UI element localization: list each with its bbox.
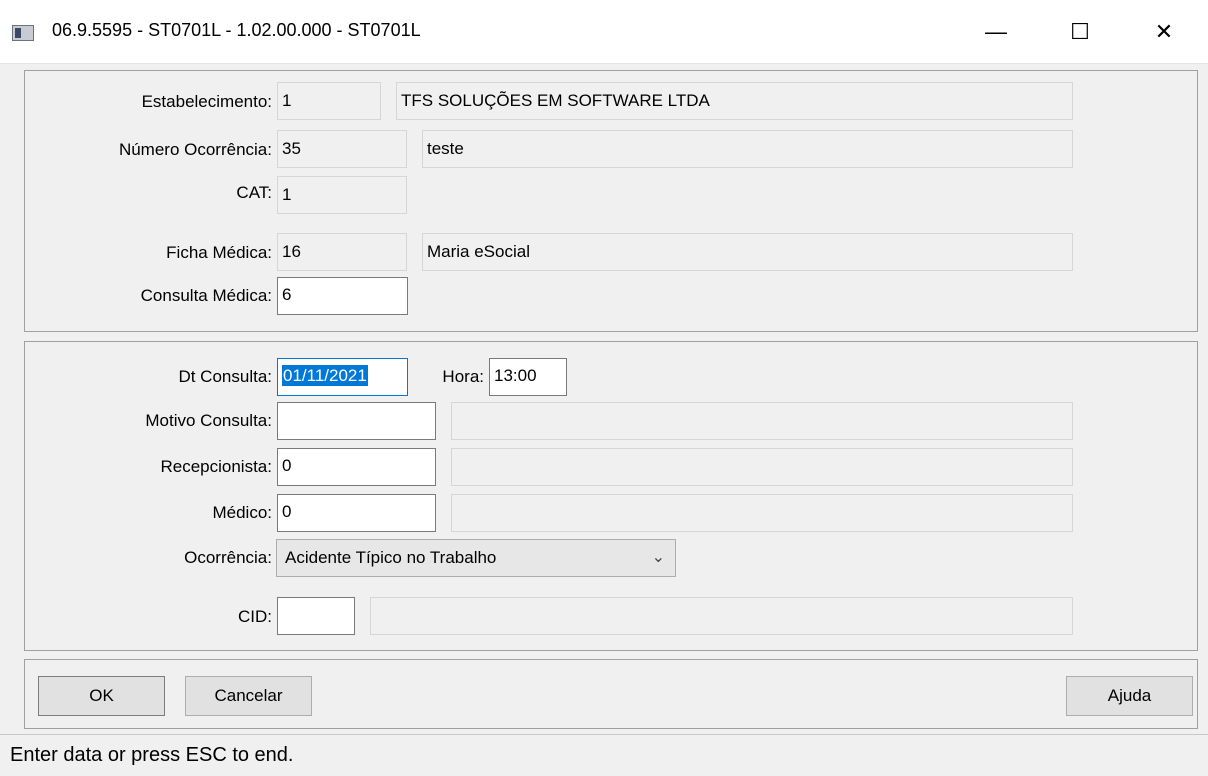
consulta-medica-label: Consulta Médica: <box>140 286 272 305</box>
hora-input[interactable]: 13:00 <box>489 358 567 396</box>
consulta-medica-input[interactable]: 6 <box>277 277 408 315</box>
cat-label: CAT: <box>236 183 272 202</box>
medico-label: Médico: <box>212 503 272 522</box>
dt-consulta-selected-text: 01/11/2021 <box>282 365 368 386</box>
estabelecimento-code-field: 1 <box>277 82 381 120</box>
motivo-consulta-input[interactable] <box>277 402 436 440</box>
medico-description-field <box>451 494 1073 532</box>
window-title: 06.9.5595 - ST0701L - 1.02.00.000 - ST07… <box>52 20 421 40</box>
app-window-icon[interactable] <box>12 25 34 41</box>
ocorrencia-selected-value: Acidente Típico no Trabalho <box>285 548 497 567</box>
numero-ocorrencia-label: Número Ocorrência: <box>118 140 272 159</box>
recepcionista-input[interactable]: 0 <box>277 448 436 486</box>
motivo-consulta-description-field <box>451 402 1073 440</box>
maximize-icon[interactable]: ☐ <box>1052 10 1108 54</box>
status-text: Enter data or press ESC to end. <box>10 744 294 766</box>
ficha-medica-label: Ficha Médica: <box>166 243 272 262</box>
estabelecimento-label: Estabelecimento: <box>141 92 272 111</box>
cat-field: 1 <box>277 176 407 214</box>
help-button[interactable]: Ajuda <box>1066 676 1193 716</box>
minimize-icon[interactable]: — <box>968 10 1024 54</box>
medico-input[interactable]: 0 <box>277 494 436 532</box>
close-icon[interactable]: ✕ <box>1136 10 1192 54</box>
cancel-button[interactable]: Cancelar <box>185 676 312 716</box>
ficha-medica-code-field: 16 <box>277 233 407 271</box>
numero-ocorrencia-code-field: 35 <box>277 130 407 168</box>
hora-label: Hora: <box>442 367 484 386</box>
dt-consulta-input[interactable]: 01/11/2021 <box>277 358 408 396</box>
cid-label: CID: <box>238 607 272 626</box>
ocorrencia-label: Ocorrência: <box>184 548 272 567</box>
ocorrencia-dropdown[interactable]: Acidente Típico no Trabalho ⌄ <box>276 539 676 577</box>
ficha-medica-description-field: Maria eSocial <box>422 233 1073 271</box>
chevron-down-icon[interactable]: ⌄ <box>652 540 665 576</box>
cid-input[interactable] <box>277 597 355 635</box>
cid-description-field <box>370 597 1073 635</box>
recepcionista-label: Recepcionista: <box>160 457 272 476</box>
estabelecimento-description-field: TFS SOLUÇÕES EM SOFTWARE LTDA <box>396 82 1073 120</box>
recepcionista-description-field <box>451 448 1073 486</box>
numero-ocorrencia-description-field: teste <box>422 130 1073 168</box>
ok-button[interactable]: OK <box>38 676 165 716</box>
dt-consulta-label: Dt Consulta: <box>178 367 272 386</box>
motivo-consulta-label: Motivo Consulta: <box>145 411 272 430</box>
